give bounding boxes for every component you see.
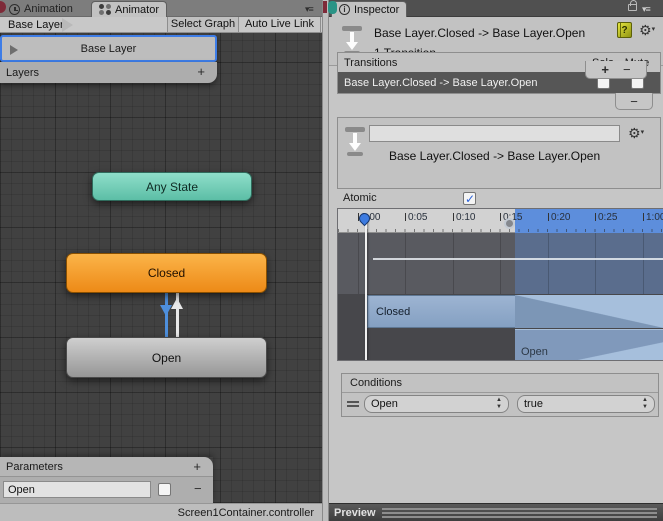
transition-row-label: Base Layer.Closed -> Base Layer.Open (344, 76, 538, 89)
transition-detail-box: ⚙▾ Base Layer.Closed -> Base Layer.Open (337, 117, 661, 189)
conditions-title: Conditions (350, 377, 402, 389)
gear-icon[interactable]: ⚙▾ (628, 126, 644, 140)
playhead-line (365, 217, 367, 360)
source-clip-bar[interactable]: Closed (367, 295, 515, 328)
parameters-header-bar: Parameters + (0, 457, 213, 477)
parameter-bool-checkbox[interactable] (158, 483, 171, 496)
dropdown-arrows-icon: ▲ ▼ (496, 397, 502, 410)
layer-row-base-layer[interactable]: Base Layer (0, 35, 217, 62)
animator-statusbar: Screen1Container.controller (0, 503, 322, 521)
breadcrumb[interactable]: Base Layer (8, 19, 64, 31)
parameter-name-field[interactable] (3, 481, 151, 498)
animator-toolbar: Base Layer Select Graph Auto Live Link (0, 17, 322, 33)
unity-editor-window: Animation Animator ▾≡ Base Layer Select … (0, 0, 663, 521)
remove-transition-button[interactable]: − (630, 94, 638, 109)
help-icon[interactable]: ? (617, 22, 632, 38)
tab-animation-label: Animation (24, 3, 73, 15)
transition-timeline[interactable]: Closed Open 0:00 0:05 0:10 0:15 0:20 0:2… (337, 208, 663, 361)
tab-inspector[interactable]: i Inspector (331, 1, 408, 17)
tab-animation[interactable]: Animation (2, 1, 80, 17)
parameter-row: − (0, 477, 213, 503)
preview-label: Preview (334, 506, 376, 519)
auto-live-link-button[interactable]: Auto Live Link (238, 17, 321, 32)
transition-name-field[interactable] (369, 125, 620, 142)
atomic-checkbox[interactable] (463, 192, 476, 206)
clock-icon (9, 3, 20, 15)
condition-value-dropdown[interactable]: true ▲ ▼ (517, 395, 655, 413)
parameters-header-label: Parameters (6, 460, 63, 473)
info-icon: i (339, 4, 350, 15)
parameters-widget: Parameters + − (0, 457, 213, 503)
state-node-label: Any State (145, 179, 199, 194)
conditions-box: Conditions Open ▲ ▼ true ▲ ▼ (341, 373, 659, 417)
minor-ticks (338, 229, 663, 232)
transition-detail-label: Base Layer.Closed -> Base Layer.Open (389, 149, 601, 163)
drag-handle-icon[interactable] (347, 401, 359, 407)
tab-animator-label: Animator (115, 3, 160, 16)
atomic-row: Atomic (329, 192, 663, 209)
state-node-open[interactable]: Open (66, 337, 267, 378)
state-node-label: Open (151, 350, 182, 365)
animator-icon (99, 4, 111, 15)
window-edge-dot (328, 1, 337, 14)
pane-menu-icon[interactable]: ▾≡ (305, 4, 314, 15)
inspector-pane: i Inspector ▾≡ Base Layer.Closed -> Base… (329, 0, 663, 521)
remove-parameter-button[interactable]: − (194, 481, 202, 496)
transition-title: Base Layer.Closed -> Base Layer.Open (374, 26, 586, 40)
remove-condition-button[interactable]: − (623, 62, 631, 77)
conditions-header: Conditions (342, 374, 658, 393)
add-condition-button[interactable]: + (601, 62, 609, 77)
condition-parameter-dropdown[interactable]: Open ▲ ▼ (364, 395, 509, 413)
pane-splitter[interactable] (322, 0, 329, 521)
transition-start-handle[interactable] (504, 218, 515, 229)
preview-bar[interactable]: Preview (329, 503, 663, 521)
state-node-closed[interactable]: Closed (66, 253, 267, 293)
inspector-tabbar: i Inspector ▾≡ (329, 0, 663, 17)
layers-widget: Base Layer Layers + (0, 35, 217, 83)
breadcrumb-chevron-icon (62, 18, 73, 32)
state-node-any-state[interactable]: Any State (92, 172, 252, 201)
preview-resize-grip[interactable] (381, 507, 657, 518)
transition-arrow-up-icon (171, 298, 183, 309)
atomic-label: Atomic (343, 192, 377, 204)
blend-curve-line (373, 258, 663, 260)
pane-menu-icon[interactable]: ▾≡ (642, 4, 651, 15)
target-clip-bar[interactable]: Open (515, 329, 663, 360)
controller-path-label: Screen1Container.controller (177, 506, 314, 519)
foldout-triangle-icon[interactable] (10, 45, 18, 55)
source-clip-fadeout (515, 295, 663, 328)
layers-header-label: Layers (6, 66, 40, 79)
animator-tabbar: Animation Animator ▾≡ (0, 0, 322, 17)
tab-inspector-label: Inspector (354, 3, 400, 16)
window-edge-dot (323, 1, 327, 13)
layer-name: Base Layer (80, 42, 137, 55)
animator-pane: Animation Animator ▾≡ Base Layer Select … (0, 0, 322, 521)
transition-icon (344, 127, 366, 157)
conditions-footer: + − (585, 61, 647, 79)
add-layer-button[interactable]: + (197, 64, 205, 79)
transitions-list-footer: − (615, 93, 653, 110)
state-machine-graph[interactable]: Any State Closed Open Base Layer Layers … (0, 33, 322, 503)
add-parameter-button[interactable]: + (193, 459, 201, 474)
target-clip-label: Open (521, 346, 548, 358)
lock-icon[interactable] (628, 0, 637, 11)
timeline-ruler[interactable]: 0:00 0:05 0:10 0:15 0:20 0:25 1:00 (338, 209, 663, 233)
source-clip-label: Closed (376, 305, 411, 318)
condition-row: Open ▲ ▼ true ▲ ▼ (342, 393, 658, 416)
dropdown-arrows-icon: ▲ ▼ (642, 397, 648, 410)
state-node-label: Closed (147, 266, 186, 280)
transitions-title: Transitions (344, 56, 398, 69)
gear-icon[interactable]: ⚙▾ (639, 23, 655, 37)
tab-animator[interactable]: Animator (91, 1, 168, 17)
select-graph-button[interactable]: Select Graph (167, 17, 238, 32)
layers-header-bar: Layers + (0, 62, 217, 83)
